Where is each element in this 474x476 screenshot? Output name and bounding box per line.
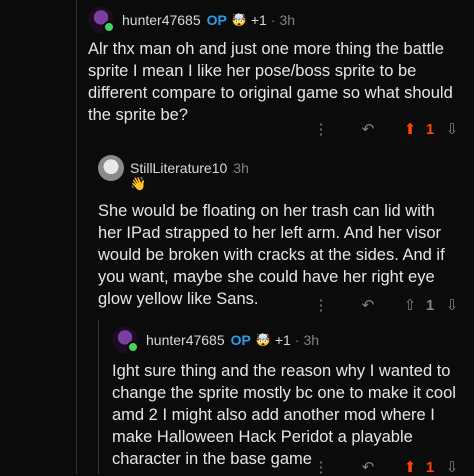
comment-body: Ight sure thing and the reason why I wan… — [112, 362, 456, 468]
comment-header: hunter47685 OP 🤯 +1 · 3h — [112, 326, 466, 354]
timestamp: 3h — [303, 332, 320, 348]
reply-icon[interactable]: ↶ — [338, 120, 398, 138]
comment-hunter47685-2: hunter47685 OP 🤯 +1 · 3h Ight sure thing… — [112, 326, 466, 476]
comment-hunter47685-1: hunter47685 OP 🤯 +1 · 3h Alr thx man oh … — [88, 6, 466, 148]
comment-body: She would be floating on her trash can l… — [98, 202, 445, 308]
flair-count: +1 — [274, 332, 291, 348]
avatar[interactable] — [88, 7, 115, 33]
avatar[interactable] — [112, 327, 139, 353]
more-vertical-icon[interactable]: ⋮ — [304, 458, 338, 476]
upvote-icon[interactable]: ⬆ — [398, 120, 422, 138]
flair-emoji: 🤯 — [255, 333, 271, 347]
comment-header: hunter47685 OP 🤯 +1 · 3h — [88, 6, 466, 34]
more-vertical-icon[interactable]: ⋮ — [304, 120, 338, 138]
upvote-icon[interactable]: ⇧ — [398, 296, 422, 314]
thread-line-level-1[interactable] — [76, 0, 77, 474]
upvote-icon[interactable]: ⬆ — [398, 458, 422, 476]
comment-stillliterature10: StillLiterature10 3h 👋 She would be floa… — [98, 154, 466, 320]
comment-actions: ⋮ ↶ ⇧ 1 ⇩ — [304, 296, 466, 315]
username[interactable]: hunter47685 — [146, 332, 225, 348]
timestamp: 3h — [233, 160, 249, 176]
timestamp: 3h — [279, 12, 296, 28]
comment-body: Alr thx man oh and just one more thing t… — [88, 40, 453, 124]
flair-emoji: 🤯 — [231, 13, 247, 27]
downvote-icon[interactable]: ⇩ — [438, 296, 466, 314]
downvote-icon[interactable]: ⇩ — [438, 120, 466, 138]
reply-icon[interactable]: ↶ — [338, 458, 398, 476]
flair-count: +1 — [250, 12, 267, 28]
avatar[interactable] — [98, 155, 124, 181]
op-badge: OP — [230, 332, 251, 348]
separator-dot: · — [294, 332, 300, 348]
op-badge: OP — [206, 12, 227, 28]
more-vertical-icon[interactable]: ⋮ — [304, 296, 338, 314]
score: 1 — [425, 458, 435, 476]
username[interactable]: hunter47685 — [122, 12, 201, 28]
thread-line-level-2[interactable] — [98, 320, 99, 474]
score: 1 — [425, 296, 435, 314]
username[interactable]: StillLiterature10 — [130, 160, 227, 176]
downvote-icon[interactable]: ⇩ — [438, 458, 466, 476]
user-reaction-emoji: 👋 — [130, 176, 147, 191]
reply-icon[interactable]: ↶ — [338, 296, 398, 314]
separator-dot: · — [270, 12, 276, 28]
score: 1 — [425, 120, 435, 138]
comment-actions: ⋮ ↶ ⬆ 1 ⇩ — [304, 120, 466, 139]
comment-actions: ⋮ ↶ ⬆ 1 ⇩ — [304, 458, 466, 476]
